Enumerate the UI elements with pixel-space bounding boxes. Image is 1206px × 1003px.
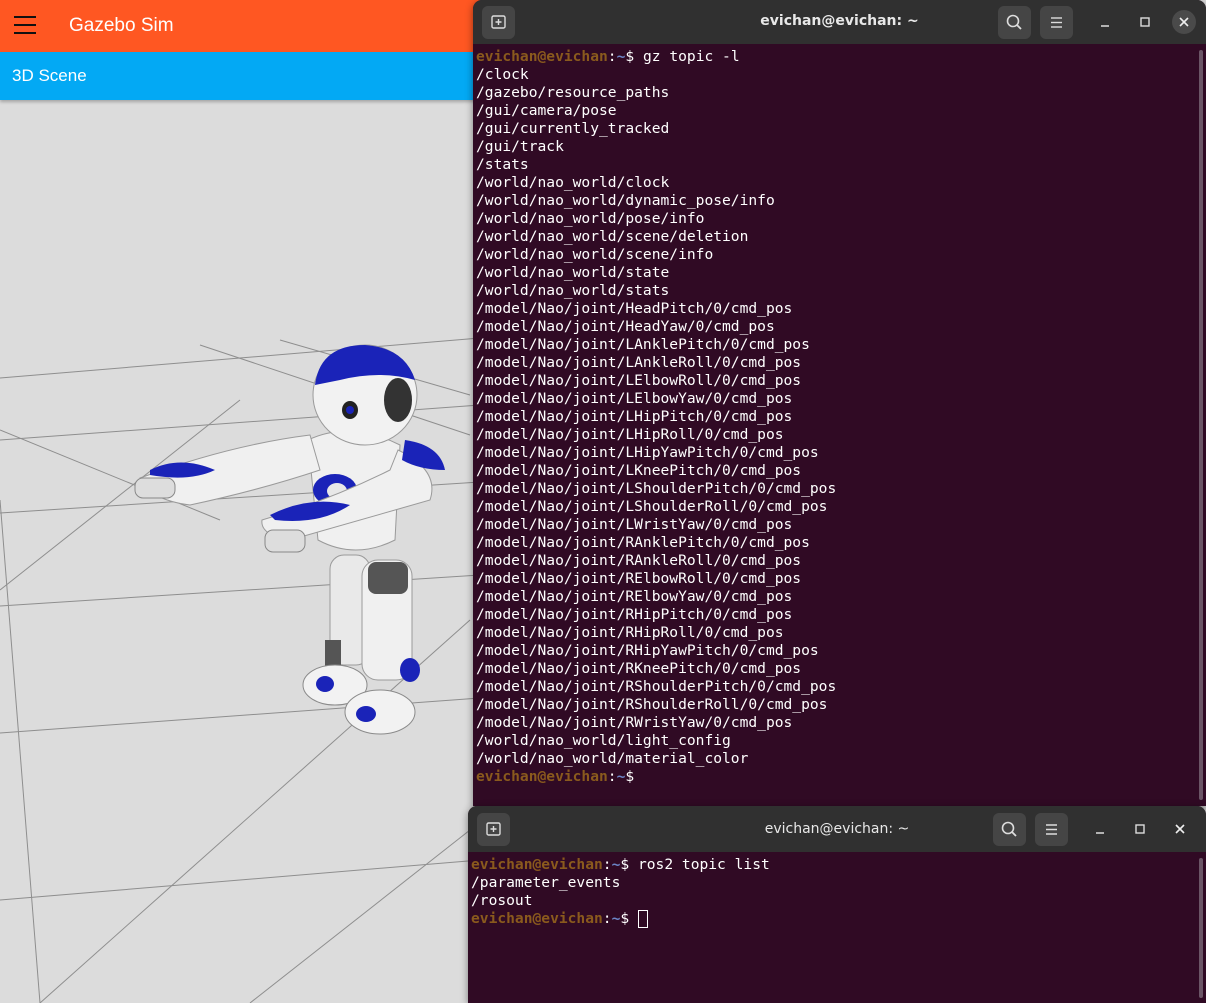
maximize-icon[interactable] [1133,10,1157,34]
hamburger-icon[interactable] [1035,813,1068,846]
maximize-icon[interactable] [1128,817,1152,841]
output-line: /world/nao_world/pose/info [476,210,705,227]
prompt-user: evichan@evichan [476,48,608,65]
search-icon[interactable] [998,6,1031,39]
output-line: /model/Nao/joint/LAnklePitch/0/cmd_pos [476,336,810,353]
output-line: /model/Nao/joint/RElbowRoll/0/cmd_pos [476,570,802,587]
terminal-titlebar[interactable]: evichan@evichan: ~ [468,806,1206,852]
output-lines: /clock/gazebo/resource_paths/gui/camera/… [476,66,1196,768]
output-line: /world/nao_world/clock [476,174,670,191]
output-line: /model/Nao/joint/RHipRoll/0/cmd_pos [476,624,784,641]
hamburger-icon[interactable] [1040,6,1073,39]
scrollbar[interactable] [1199,50,1203,800]
terminal-output[interactable]: evichan@evichan:~$ ros2 topic list/param… [471,856,1196,928]
output-line: /world/nao_world/scene/info [476,246,714,263]
command-line: evichan@evichan:~$ ros2 topic list [471,856,770,873]
output-line: /model/Nao/joint/LHipPitch/0/cmd_pos [476,408,793,425]
output-line: /world/nao_world/state [476,264,670,281]
prompt-line: evichan@evichan:~$ [476,768,635,785]
command-text: ros2 topic list [629,856,770,873]
terminal-window-gz[interactable]: evichan@evichan: ~ evichan@evichan:~$ gz… [473,0,1206,806]
output-line: /model/Nao/joint/LElbowYaw/0/cmd_pos [476,390,793,407]
output-line: /model/Nao/joint/RKneePitch/0/cmd_pos [476,660,802,677]
output-line: /model/Nao/joint/LElbowRoll/0/cmd_pos [476,372,802,389]
output-line: /model/Nao/joint/LHipRoll/0/cmd_pos [476,426,784,443]
terminal-window-ros2[interactable]: evichan@evichan: ~ evichan@evichan:~$ ro… [468,806,1206,1003]
output-line: /model/Nao/joint/RAnkleRoll/0/cmd_pos [476,552,802,569]
output-line: /model/Nao/joint/HeadPitch/0/cmd_pos [476,300,793,317]
terminal-output[interactable]: evichan@evichan:~$ gz topic -l/clock/gaz… [476,48,1196,786]
prompt-user: evichan@evichan [471,910,603,927]
output-line: /model/Nao/joint/HeadYaw/0/cmd_pos [476,318,775,335]
output-line: /rosout [471,892,533,909]
output-line: /stats [476,156,529,173]
minimize-icon[interactable] [1093,10,1117,34]
output-line: /model/Nao/joint/LShoulderRoll/0/cmd_pos [476,498,828,515]
text-cursor [637,910,648,928]
minimize-icon[interactable] [1088,817,1112,841]
terminal-titlebar[interactable]: evichan@evichan: ~ [473,0,1206,44]
output-line: /model/Nao/joint/RWristYaw/0/cmd_pos [476,714,793,731]
output-line: /model/Nao/joint/LAnkleRoll/0/cmd_pos [476,354,802,371]
close-icon[interactable] [1172,10,1196,34]
output-line: /gui/camera/pose [476,102,617,119]
command-line: evichan@evichan:~$ gz topic -l [476,48,740,65]
output-line: /world/nao_world/light_config [476,732,731,749]
output-line: /model/Nao/joint/LHipYawPitch/0/cmd_pos [476,444,819,461]
output-line: /model/Nao/joint/LWristYaw/0/cmd_pos [476,516,793,533]
output-line: /world/nao_world/material_color [476,750,749,767]
output-line: /model/Nao/joint/RAnklePitch/0/cmd_pos [476,534,810,551]
tab-3d-scene[interactable]: 3D Scene [12,66,87,86]
output-line: /clock [476,66,529,83]
output-line: /gazebo/resource_paths [476,84,670,101]
output-line: /gui/currently_tracked [476,120,670,137]
output-line: /gui/track [476,138,564,155]
scrollbar[interactable] [1199,858,1203,998]
app-header: Gazebo Sim [0,0,480,52]
output-line: /world/nao_world/stats [476,282,670,299]
output-lines: /parameter_events/rosout [471,874,1196,910]
output-line: /model/Nao/joint/RHipYawPitch/0/cmd_pos [476,642,819,659]
scene-tab-bar: 3D Scene [0,52,480,100]
output-line: /model/Nao/joint/RHipPitch/0/cmd_pos [476,606,793,623]
output-line: /model/Nao/joint/LShoulderPitch/0/cmd_po… [476,480,837,497]
output-line: /model/Nao/joint/RShoulderPitch/0/cmd_po… [476,678,837,695]
search-icon[interactable] [993,813,1026,846]
output-line: /model/Nao/joint/RShoulderRoll/0/cmd_pos [476,696,828,713]
output-line: /world/nao_world/scene/deletion [476,228,749,245]
prompt-user: evichan@evichan [476,768,608,785]
close-icon[interactable] [1168,817,1192,841]
hamburger-icon[interactable] [14,16,36,36]
prompt-user: evichan@evichan [471,856,603,873]
command-text: gz topic -l [634,48,740,65]
output-line: /parameter_events [471,874,621,891]
app-title: Gazebo Sim [69,15,174,36]
output-line: /world/nao_world/dynamic_pose/info [476,192,775,209]
output-line: /model/Nao/joint/RElbowYaw/0/cmd_pos [476,588,793,605]
prompt-line: evichan@evichan:~$ [471,910,1196,928]
output-line: /model/Nao/joint/LKneePitch/0/cmd_pos [476,462,802,479]
